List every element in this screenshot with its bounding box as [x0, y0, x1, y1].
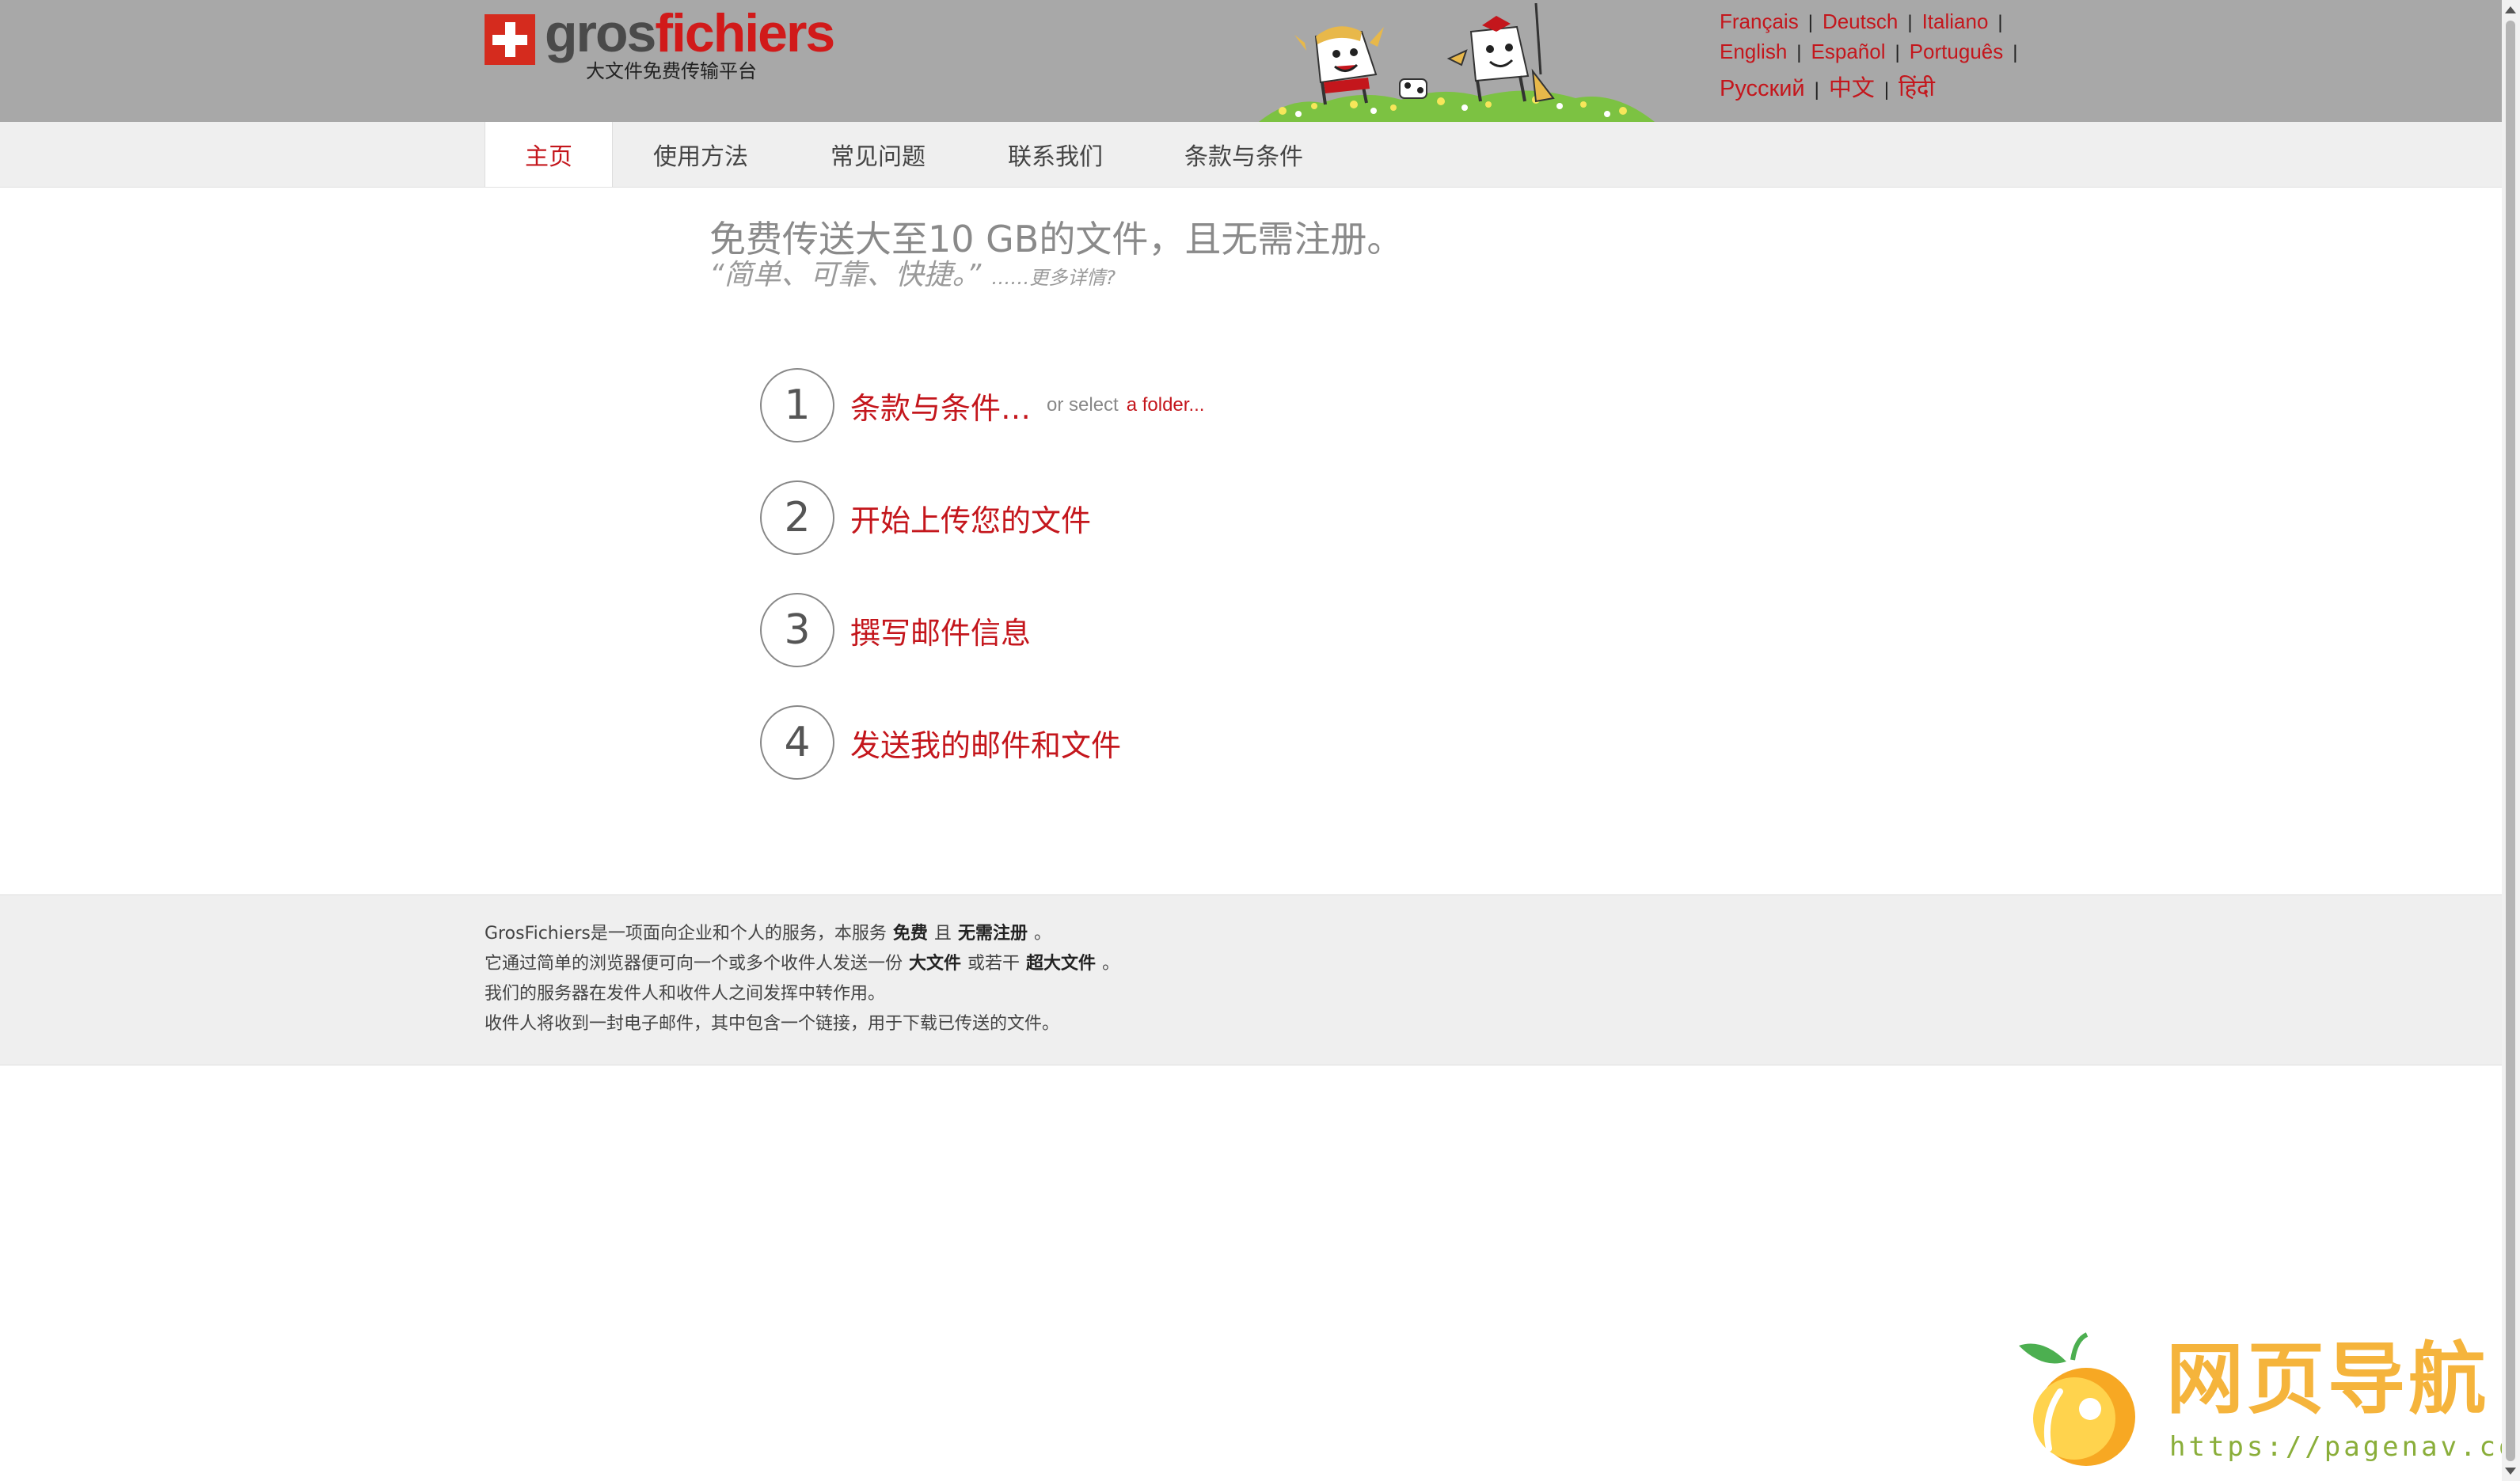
orange-logo-icon [2019, 1332, 2135, 1466]
separator: | [1796, 42, 1802, 63]
footer-text: 或若干 [967, 954, 1021, 974]
language-selector: Français | Deutsch | Italiano | English … [1720, 9, 2036, 103]
lang-link-francais[interactable]: Français [1720, 9, 1799, 34]
language-row: Русский | 中文 | हिंदी [1720, 70, 2036, 103]
footer-text: 且 [933, 924, 952, 944]
send-button[interactable]: 发送我的邮件和文件 [850, 721, 1121, 765]
step-compose-message: 3 撰写邮件信息 [760, 591, 1031, 670]
scroll-down-arrow-icon[interactable] [2505, 1468, 2516, 1475]
footer-text: GrosFichiers是一项面向企业和个人的服务，本服务 [485, 924, 887, 944]
site-footer: GrosFichiers是一项面向企业和个人的服务，本服务 免费且无需注册。 它通… [0, 894, 2502, 1065]
footer-line: 收件人将收到一封电子邮件，其中包含一个链接，用于下载已传送的文件。 [485, 1014, 1060, 1034]
main-nav: 主页 使用方法 常见问题 联系我们 条款与条件 [0, 122, 2502, 188]
lang-link-chinese[interactable]: 中文 [1829, 70, 1875, 103]
tab-home[interactable]: 主页 [485, 122, 613, 187]
swiss-flag-icon [485, 14, 535, 65]
site-logo[interactable]: grosfichiers 大文件免费传输平台 [485, 6, 835, 84]
step-upload-files: 2 开始上传您的文件 [760, 478, 1091, 557]
language-row: Français | Deutsch | Italiano | [1720, 9, 2036, 40]
step-number: 2 [760, 480, 834, 555]
separator: | [1895, 42, 1900, 63]
select-folder-link[interactable]: a folder... [1127, 394, 1205, 416]
logo-wordmark: grosfichiers [545, 3, 835, 63]
footer-line: 我们的服务器在发件人和收件人之间发挥中转作用。 [485, 984, 886, 1004]
footer-line: 它通过简单的浏览器便可向一个或多个收件人发送一份 大文件 或若干 超大文件。 [485, 949, 1119, 979]
compose-message-link[interactable]: 撰写邮件信息 [850, 609, 1031, 652]
lang-link-deutsch[interactable]: Deutsch [1823, 9, 1898, 34]
step-number: 1 [760, 368, 834, 442]
footer-line: GrosFichiers是一项面向企业和个人的服务，本服务 免费且无需注册。 [485, 919, 1119, 949]
separator: | [2013, 42, 2018, 63]
scrollbar-thumb[interactable] [2506, 21, 2515, 1461]
language-row: English | Español | Português | [1720, 40, 2036, 70]
step-accept-terms: 1 条款与条件… or select a folder... [760, 366, 1204, 445]
subline-quote: “简单、可靠、快捷。” [709, 259, 982, 291]
lang-link-portugues[interactable]: Português [1910, 40, 2004, 64]
footer-emphasis: 免费 [892, 924, 928, 944]
footer-text: 它通过简单的浏览器便可向一个或多个收件人发送一份 [485, 954, 903, 974]
footer-emphasis: 无需注册 [957, 924, 1028, 944]
tab-how-to-use[interactable]: 使用方法 [613, 122, 789, 187]
tab-faq[interactable]: 常见问题 [789, 122, 967, 187]
separator: | [1907, 12, 1913, 33]
footer-description: GrosFichiers是一项面向企业和个人的服务，本服务 免费且无需注册。 它通… [485, 919, 1119, 1039]
footer-emphasis: 超大文件 [1026, 954, 1097, 974]
lang-link-espanol[interactable]: Español [1811, 40, 1886, 64]
step-number: 4 [760, 705, 834, 780]
tab-contact[interactable]: 联系我们 [967, 122, 1143, 187]
mascots-illustration [1259, 3, 1655, 122]
lang-link-hindi[interactable]: हिंदी [1899, 72, 1935, 103]
step-number: 3 [760, 593, 834, 667]
terms-link[interactable]: 条款与条件… [850, 384, 1031, 427]
logo-wordmark-part2: fichiers [655, 3, 835, 63]
nav-tabs: 主页 使用方法 常见问题 联系我们 条款与条件 [485, 122, 1344, 187]
watermark-title: 网页导航 [2166, 1335, 2490, 1425]
lang-link-italiano[interactable]: Italiano [1922, 9, 1989, 34]
separator: | [1807, 12, 1813, 33]
logo-tagline: 大文件免费传输平台 [586, 60, 757, 82]
separator: | [1997, 12, 2003, 33]
footer-emphasis: 大文件 [909, 954, 962, 974]
more-details-link[interactable]: ……更多详情? [991, 267, 1116, 289]
separator: | [1883, 79, 1890, 101]
logo-wordmark-part1: gros [545, 3, 656, 63]
tab-terms[interactable]: 条款与条件 [1143, 122, 1344, 187]
upload-files-link[interactable]: 开始上传您的文件 [850, 496, 1091, 540]
scroll-up-arrow-icon[interactable] [2505, 6, 2516, 13]
lang-link-english[interactable]: English [1720, 40, 1787, 64]
vertical-scrollbar[interactable] [2502, 0, 2520, 1481]
separator: | [1814, 79, 1819, 101]
footer-text: 。 [1102, 954, 1120, 974]
site-header: grosfichiers 大文件免费传输平台 Français | Deutsc… [0, 0, 2502, 122]
watermark-url: https://pagenav.com [2169, 1431, 2520, 1463]
step-send: 4 发送我的邮件和文件 [760, 703, 1121, 782]
footer-text: 。 [1033, 924, 1051, 944]
lang-link-russian[interactable]: Русский [1720, 76, 1805, 102]
pagenav-watermark: 网页导航 https://pagenav.com [2011, 1330, 2520, 1472]
or-select-text: or select [1047, 394, 1119, 416]
page-subline: “简单、可靠、快捷。” ……更多详情? [709, 252, 1116, 293]
